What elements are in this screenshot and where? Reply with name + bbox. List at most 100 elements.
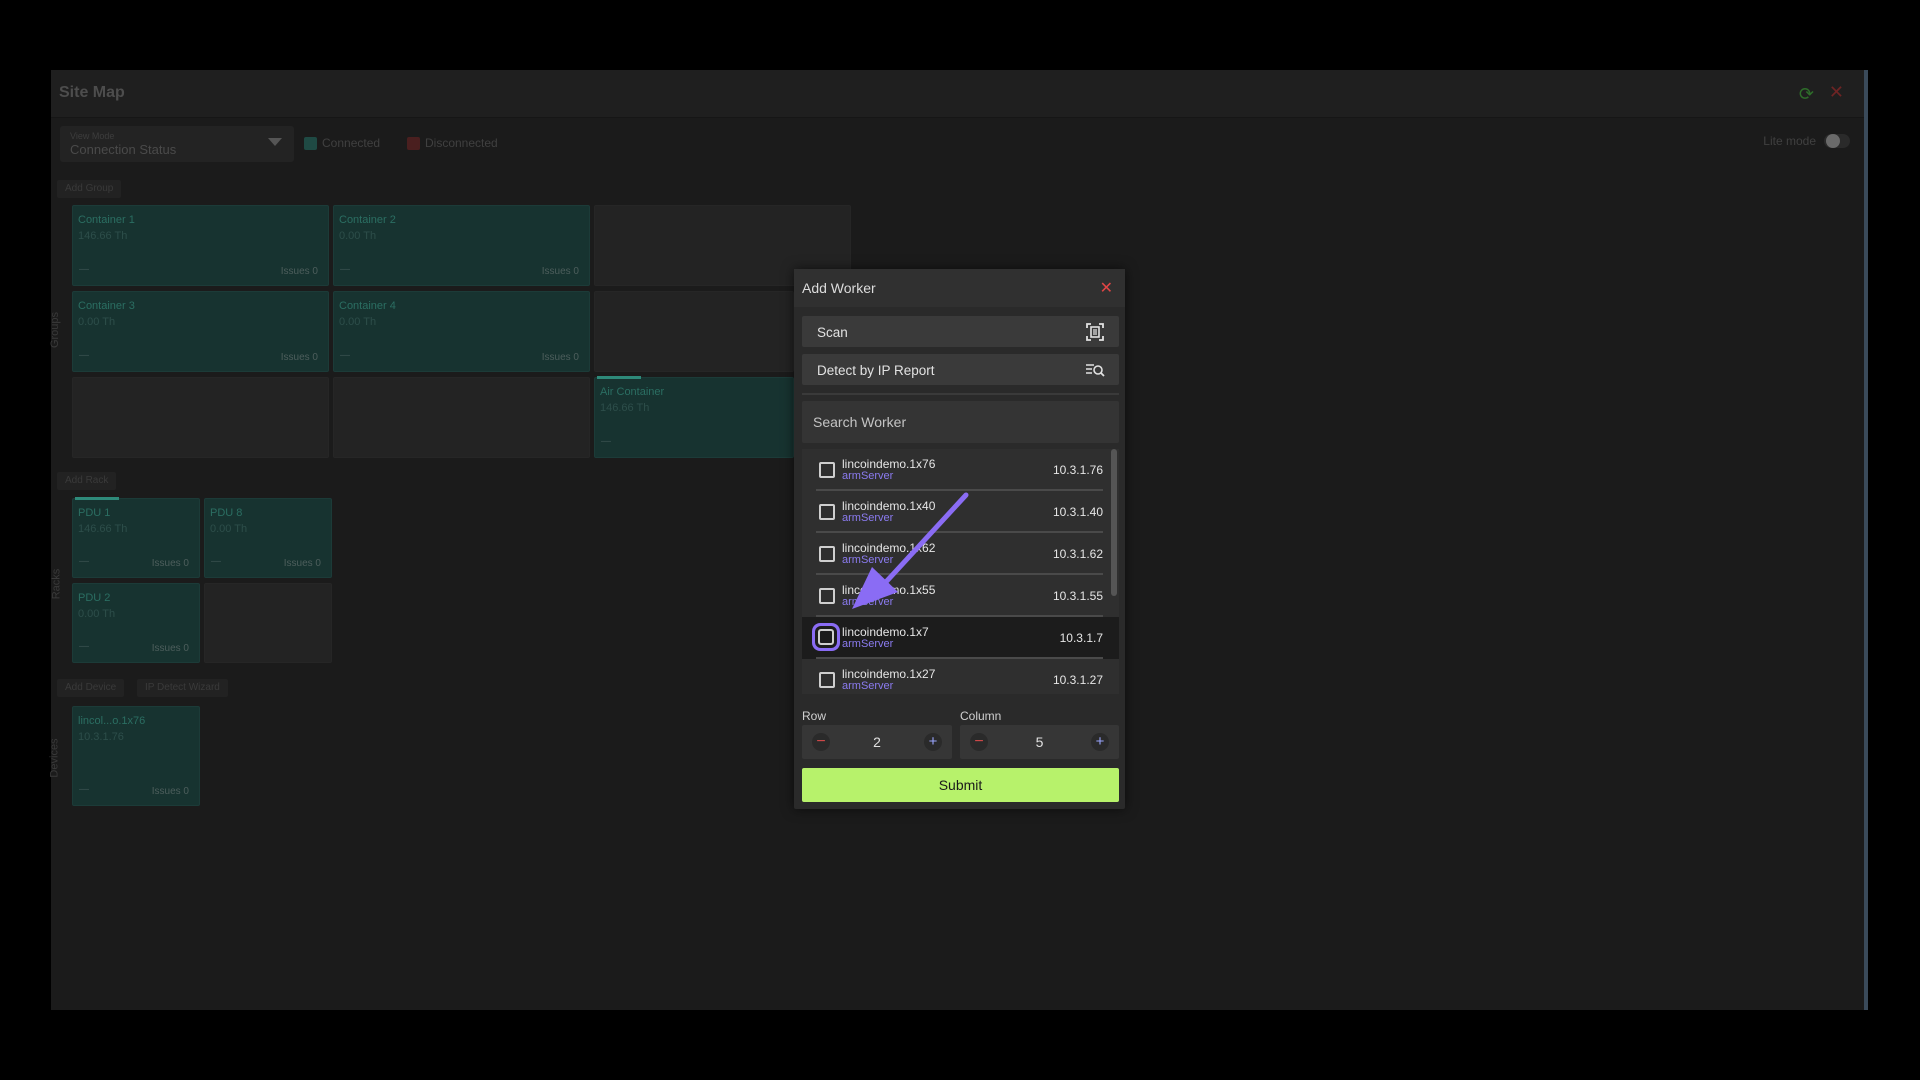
group-card[interactable]: Air Container 146.66 Th — bbox=[594, 376, 794, 458]
card-value: 0.00 Th bbox=[78, 608, 116, 620]
card-value: 0.00 Th bbox=[78, 316, 116, 328]
add-rack-button[interactable]: Add Rack bbox=[57, 472, 117, 490]
empty-slot[interactable] bbox=[204, 583, 332, 663]
worker-type: armServer bbox=[842, 638, 894, 650]
worker-row[interactable]: lincoindemo.1x76 armServer 10.3.1.76 bbox=[802, 449, 1109, 491]
plus-icon[interactable]: + bbox=[1091, 733, 1109, 751]
card-status-bar bbox=[597, 376, 641, 379]
group-card[interactable]: Container 3 0.00 Th — Issues 0 bbox=[72, 291, 329, 372]
worker-type: armServer bbox=[842, 596, 894, 608]
search-field[interactable] bbox=[802, 401, 1119, 443]
connected-swatch bbox=[304, 136, 317, 150]
card-issues: Issues 0 bbox=[151, 786, 189, 797]
column-label: Column bbox=[960, 709, 1002, 723]
rack-card[interactable]: PDU 1 146.66 Th — Issues 0 bbox=[72, 497, 200, 578]
scan-label: Scan bbox=[817, 325, 848, 340]
worker-list: lincoindemo.1x76 armServer 10.3.1.76 lin… bbox=[802, 449, 1119, 694]
view-mode-select[interactable]: View Mode Connection Status bbox=[60, 126, 294, 162]
ip-detect-wizard-button[interactable]: IP Detect Wizard bbox=[137, 679, 228, 697]
worker-name: lincoindemo.1x7 bbox=[842, 625, 929, 639]
scan-button[interactable]: Scan bbox=[802, 316, 1119, 347]
worker-row[interactable]: lincoindemo.1x27 armServer 10.3.1.27 bbox=[802, 659, 1109, 694]
card-issues: Issues 0 bbox=[151, 558, 189, 569]
group-card[interactable]: Container 4 0.00 Th — Issues 0 bbox=[333, 291, 590, 372]
card-value: 0.00 Th bbox=[339, 316, 377, 328]
worker-type: armServer bbox=[842, 554, 894, 566]
lite-mode-toggle[interactable] bbox=[1824, 134, 1850, 148]
window-title: Site Map bbox=[59, 84, 125, 101]
card-dash: — bbox=[79, 350, 89, 361]
card-value: 146.66 Th bbox=[600, 402, 650, 414]
worker-row[interactable]: lincoindemo.1x55 armServer 10.3.1.55 bbox=[802, 575, 1109, 617]
search-worker-input[interactable] bbox=[802, 401, 1119, 443]
window-titlebar: Site Map ⟳ ✕ bbox=[51, 70, 1864, 118]
refresh-icon[interactable]: ⟳ bbox=[1799, 84, 1814, 105]
detect-by-ip-report-button[interactable]: Detect by IP Report bbox=[802, 354, 1119, 385]
card-name: Container 3 bbox=[78, 300, 135, 312]
worker-row[interactable]: lincoindemo.1x62 armServer 10.3.1.62 bbox=[802, 533, 1109, 575]
card-name: PDU 1 bbox=[78, 507, 111, 519]
window-close-icon[interactable]: ✕ bbox=[1829, 82, 1844, 103]
card-dash: — bbox=[211, 556, 221, 567]
card-issues: Issues 0 bbox=[283, 558, 321, 569]
plus-icon[interactable]: + bbox=[924, 733, 942, 751]
card-value: 0.00 Th bbox=[339, 230, 377, 242]
card-dash: — bbox=[79, 641, 89, 652]
add-device-button[interactable]: Add Device bbox=[57, 679, 125, 697]
group-card[interactable]: Container 1 146.66 Th — Issues 0 bbox=[72, 205, 329, 286]
worker-ip: 10.3.1.7 bbox=[1059, 631, 1103, 645]
group-card[interactable]: Container 2 0.00 Th — Issues 0 bbox=[333, 205, 590, 286]
worker-checkbox[interactable] bbox=[819, 672, 835, 688]
card-value: 10.3.1.76 bbox=[78, 731, 124, 743]
worker-type: armServer bbox=[842, 512, 894, 524]
card-issues: Issues 0 bbox=[541, 352, 579, 363]
card-dash: — bbox=[79, 264, 89, 275]
worker-checkbox[interactable] bbox=[819, 588, 835, 604]
search-list-icon bbox=[1086, 364, 1105, 377]
empty-slot[interactable] bbox=[594, 291, 794, 372]
worker-checkbox[interactable] bbox=[819, 546, 835, 562]
detect-label: Detect by IP Report bbox=[817, 363, 935, 378]
row-stepper[interactable]: − 2 + bbox=[802, 725, 952, 759]
card-name: Container 4 bbox=[339, 300, 396, 312]
list-scrollbar[interactable] bbox=[1111, 449, 1117, 596]
card-issues: Issues 0 bbox=[151, 643, 189, 654]
devices-side-label: Devices bbox=[48, 738, 61, 778]
card-issues: Issues 0 bbox=[541, 266, 579, 277]
add-group-button[interactable]: Add Group bbox=[57, 180, 122, 198]
card-value: 146.66 Th bbox=[78, 523, 128, 535]
lite-mode-label: Lite mode bbox=[1763, 134, 1816, 148]
disconnected-swatch bbox=[407, 136, 420, 150]
submit-button[interactable]: Submit bbox=[802, 768, 1119, 802]
card-status-bar bbox=[75, 497, 119, 500]
card-dash: — bbox=[340, 350, 350, 361]
card-name: PDU 8 bbox=[210, 507, 243, 519]
legend-connected: Connected bbox=[304, 136, 380, 150]
chevron-down-icon bbox=[268, 138, 282, 146]
worker-ip: 10.3.1.27 bbox=[1052, 673, 1103, 687]
rack-card[interactable]: PDU 2 0.00 Th — Issues 0 bbox=[72, 583, 200, 663]
worker-row[interactable]: lincoindemo.1x40 armServer 10.3.1.40 bbox=[802, 491, 1109, 533]
worker-ip: 10.3.1.76 bbox=[1052, 463, 1103, 477]
device-card[interactable]: lincol...o.1x76 10.3.1.76 — Issues 0 bbox=[72, 706, 200, 806]
close-icon[interactable]: ✕ bbox=[1100, 278, 1113, 298]
empty-slot[interactable] bbox=[333, 377, 590, 458]
card-name: lincol...o.1x76 bbox=[78, 715, 146, 727]
worker-checkbox[interactable] bbox=[819, 504, 835, 520]
card-dash: — bbox=[79, 556, 89, 567]
column-stepper[interactable]: − 5 + bbox=[960, 725, 1119, 759]
worker-row-highlighted[interactable]: lincoindemo.1x7 armServer 10.3.1.7 bbox=[802, 617, 1119, 659]
worker-type: armServer bbox=[842, 470, 894, 482]
worker-name: lincoindemo.1x62 bbox=[842, 541, 936, 555]
card-name: Container 2 bbox=[339, 214, 396, 226]
legend-disconnected-label: Disconnected bbox=[425, 136, 498, 150]
worker-checkbox[interactable] bbox=[819, 462, 835, 478]
worker-type: armServer bbox=[842, 680, 894, 692]
dialog-header: Add Worker ✕ bbox=[794, 269, 1125, 307]
lite-mode-control: Lite mode bbox=[1763, 134, 1850, 148]
worker-checkbox[interactable] bbox=[818, 629, 834, 645]
empty-slot[interactable] bbox=[72, 377, 329, 458]
card-value: 0.00 Th bbox=[210, 523, 248, 535]
rack-card[interactable]: PDU 8 0.00 Th — Issues 0 bbox=[204, 498, 332, 578]
worker-name: lincoindemo.1x40 bbox=[842, 499, 936, 513]
